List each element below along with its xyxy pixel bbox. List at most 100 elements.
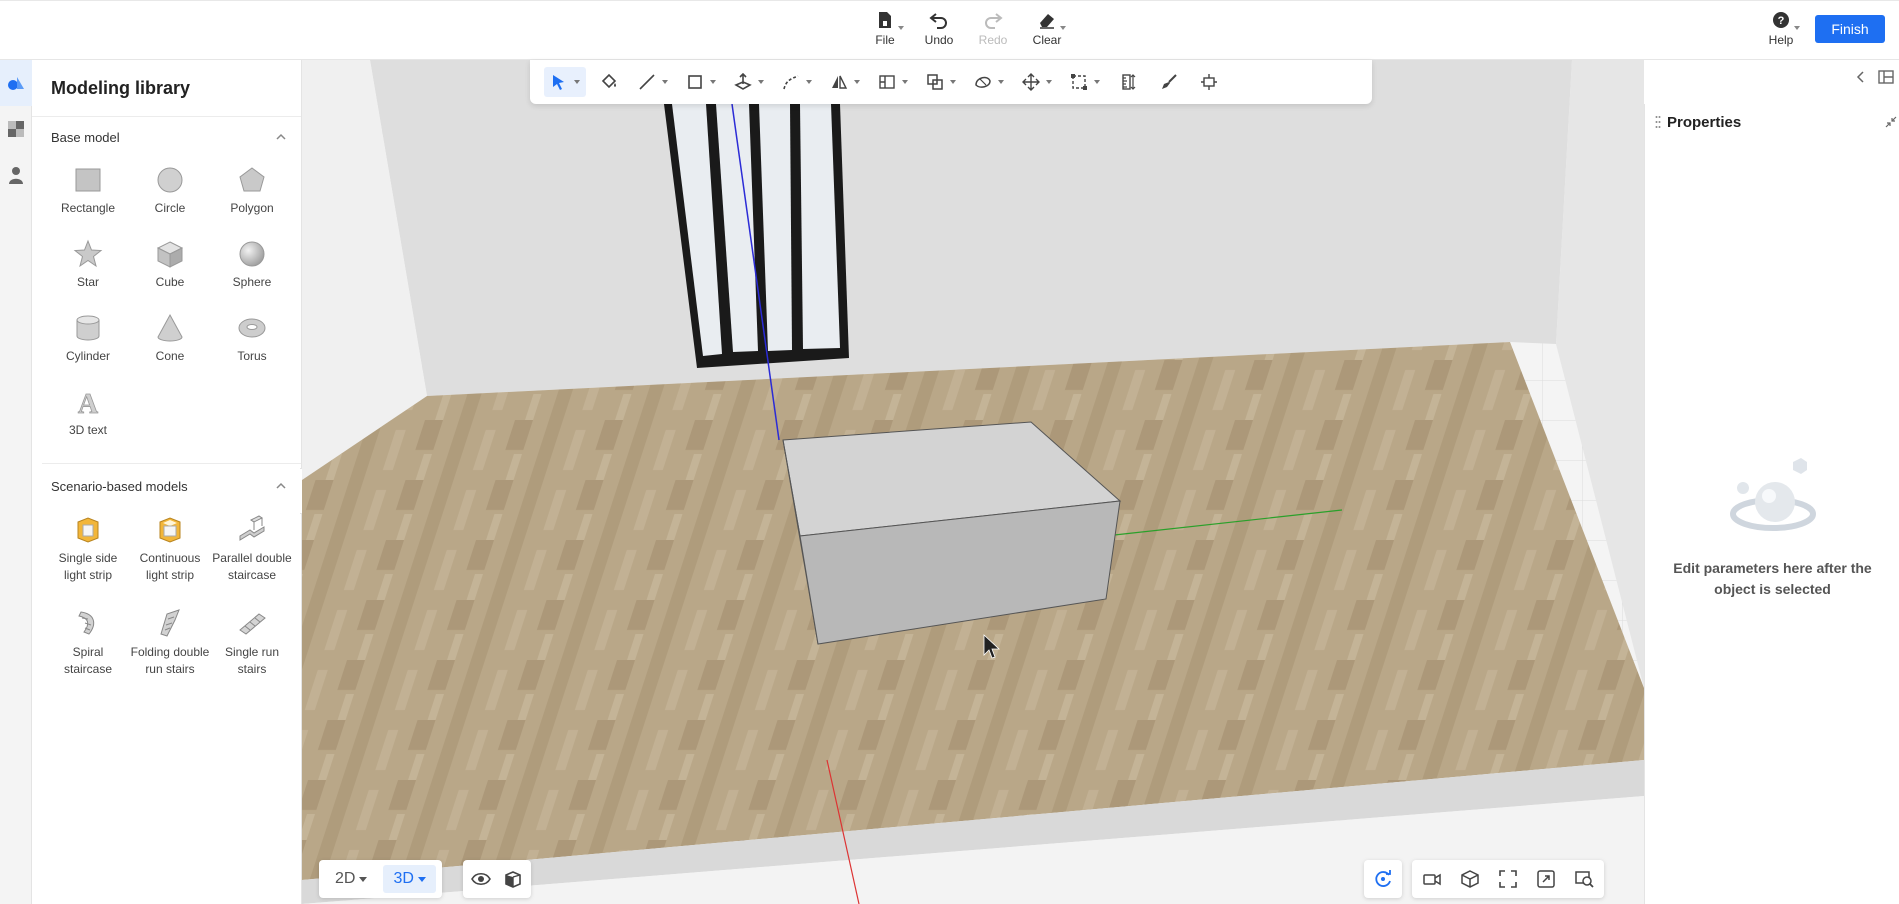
- file-button[interactable]: File: [858, 10, 912, 54]
- undo-button[interactable]: Undo: [912, 10, 966, 54]
- model-cylinder[interactable]: Cylinder: [47, 305, 129, 375]
- brush-tool[interactable]: [1152, 67, 1186, 97]
- orbit-icon: [1375, 870, 1391, 887]
- left-icon-rail: [0, 60, 32, 904]
- view-3d-button[interactable]: 3D: [383, 865, 436, 893]
- collapse-panel-icon[interactable]: [1885, 116, 1897, 128]
- measure-icon: [1122, 74, 1136, 90]
- paint-tool[interactable]: [592, 67, 626, 97]
- zoom-window-icon[interactable]: [1574, 869, 1594, 889]
- select-tool[interactable]: [544, 67, 586, 97]
- model-circle[interactable]: Circle: [129, 157, 211, 227]
- chevron-down-icon: [1046, 80, 1052, 84]
- mirror-icon: [832, 75, 848, 89]
- torus-icon: [238, 318, 266, 338]
- chevron-down-icon: [758, 80, 764, 84]
- array-icon: [879, 75, 895, 89]
- chevron-down-icon: [574, 80, 580, 84]
- chevron-down-icon: [710, 80, 716, 84]
- model-cone[interactable]: Cone: [129, 305, 211, 375]
- cube-view-icon[interactable]: [1460, 869, 1480, 889]
- view-2d-button[interactable]: 2D: [325, 865, 377, 893]
- model-rectangle[interactable]: Rectangle: [47, 157, 129, 227]
- chevron-down-icon: [1794, 26, 1800, 30]
- tile-label: Single side light strip: [58, 551, 118, 582]
- modeling-library-panel: Modeling library Base model Rectangle Ci…: [32, 60, 302, 904]
- file-icon: [879, 12, 891, 28]
- mirror-tool[interactable]: [824, 67, 866, 97]
- scenario-models-header[interactable]: Scenario-based models: [32, 466, 301, 506]
- rectangle-tool[interactable]: [680, 67, 722, 97]
- push-pull-tool[interactable]: [728, 67, 770, 97]
- model-sphere[interactable]: Sphere: [211, 231, 293, 301]
- chevron-down-icon: [898, 26, 904, 30]
- redo-button[interactable]: Redo: [966, 10, 1020, 54]
- push-pull-icon: [734, 73, 752, 90]
- line-tool[interactable]: [632, 67, 674, 97]
- model-single-side-light-strip[interactable]: Single side light strip: [47, 506, 129, 596]
- help-label: Help: [1768, 33, 1794, 47]
- orbit-button[interactable]: [1364, 860, 1402, 898]
- camera-settings-icon[interactable]: [1422, 869, 1442, 889]
- base-model-grid: Rectangle Circle Polygon Star Cube Spher…: [32, 157, 301, 449]
- model-polygon[interactable]: Polygon: [211, 157, 293, 227]
- model-cube[interactable]: Cube: [129, 231, 211, 301]
- rail-people[interactable]: [0, 152, 32, 198]
- tile-label: 3D text: [68, 423, 107, 437]
- chevron-left-icon[interactable]: [1855, 70, 1867, 84]
- zoom-selection-icon[interactable]: [1536, 869, 1556, 889]
- rail-materials[interactable]: [0, 106, 32, 152]
- empty-message: Edit parameters here after the object is…: [1673, 560, 1872, 597]
- tile-label: Cylinder: [65, 349, 110, 363]
- measure-tool[interactable]: [1112, 67, 1146, 97]
- clear-button[interactable]: Clear: [1020, 10, 1074, 54]
- chevron-down-icon: [998, 80, 1004, 84]
- fit-view-icon[interactable]: [1498, 869, 1518, 889]
- single-run-stairs-icon: [239, 613, 266, 635]
- continuous-light-strip-icon: [159, 517, 181, 543]
- svg-text:A: A: [78, 389, 99, 417]
- shapes-icon: [8, 77, 24, 90]
- rectangle-icon: [75, 168, 101, 192]
- chevron-down-icon: [1060, 26, 1066, 30]
- brush-icon: [1162, 74, 1177, 89]
- circle-icon: [157, 167, 183, 193]
- undo-label: Undo: [924, 33, 954, 47]
- model-folding-double-run-stairs[interactable]: Folding double run stairs: [129, 600, 211, 690]
- chevron-up-icon: [276, 482, 286, 489]
- rail-modeling-library[interactable]: [0, 60, 32, 106]
- model-torus[interactable]: Torus: [211, 305, 293, 375]
- model-spiral-staircase[interactable]: Spiral staircase: [47, 600, 129, 690]
- 3d-viewport[interactable]: [302, 60, 1644, 904]
- properties-panel: Properties Edit parameters here after th…: [1644, 104, 1899, 904]
- move-tool[interactable]: [1016, 67, 1058, 97]
- surface-tool[interactable]: [968, 67, 1010, 97]
- model-parallel-double-staircase[interactable]: Parallel double staircase: [211, 506, 293, 596]
- properties-header[interactable]: Properties: [1645, 104, 1899, 140]
- model-star[interactable]: Star: [47, 231, 129, 301]
- scene-canvas[interactable]: [302, 60, 1644, 904]
- help-button[interactable]: ? Help: [1754, 10, 1808, 54]
- tile-label: Star: [76, 275, 99, 289]
- eye-icon[interactable]: [471, 869, 491, 889]
- properties-empty-state: Edit parameters here after the object is…: [1645, 454, 1899, 600]
- modeling-toolbar: [530, 60, 1372, 104]
- finish-button[interactable]: Finish: [1815, 15, 1885, 43]
- boolean-tool[interactable]: [920, 67, 962, 97]
- chevron-down-icon: [417, 876, 426, 882]
- layout-icon[interactable]: [1878, 69, 1894, 85]
- library-title: Modeling library: [32, 60, 301, 117]
- scenario-models-grid: Single side light strip Continuous light…: [32, 506, 301, 690]
- drag-handle-icon[interactable]: [1655, 115, 1661, 129]
- redo-icon: [985, 13, 1003, 29]
- chevron-down-icon: [806, 80, 812, 84]
- align-tool[interactable]: [1192, 67, 1226, 97]
- base-model-header[interactable]: Base model: [32, 117, 301, 157]
- scale-tool[interactable]: [1064, 67, 1106, 97]
- model-continuous-light-strip[interactable]: Continuous light strip: [129, 506, 211, 596]
- model-single-run-stairs[interactable]: Single run stairs: [211, 600, 293, 690]
- box-view-icon[interactable]: [503, 869, 523, 889]
- model-3d-text[interactable]: A 3D text: [47, 379, 129, 449]
- array-tool[interactable]: [872, 67, 914, 97]
- path-tool[interactable]: [776, 67, 818, 97]
